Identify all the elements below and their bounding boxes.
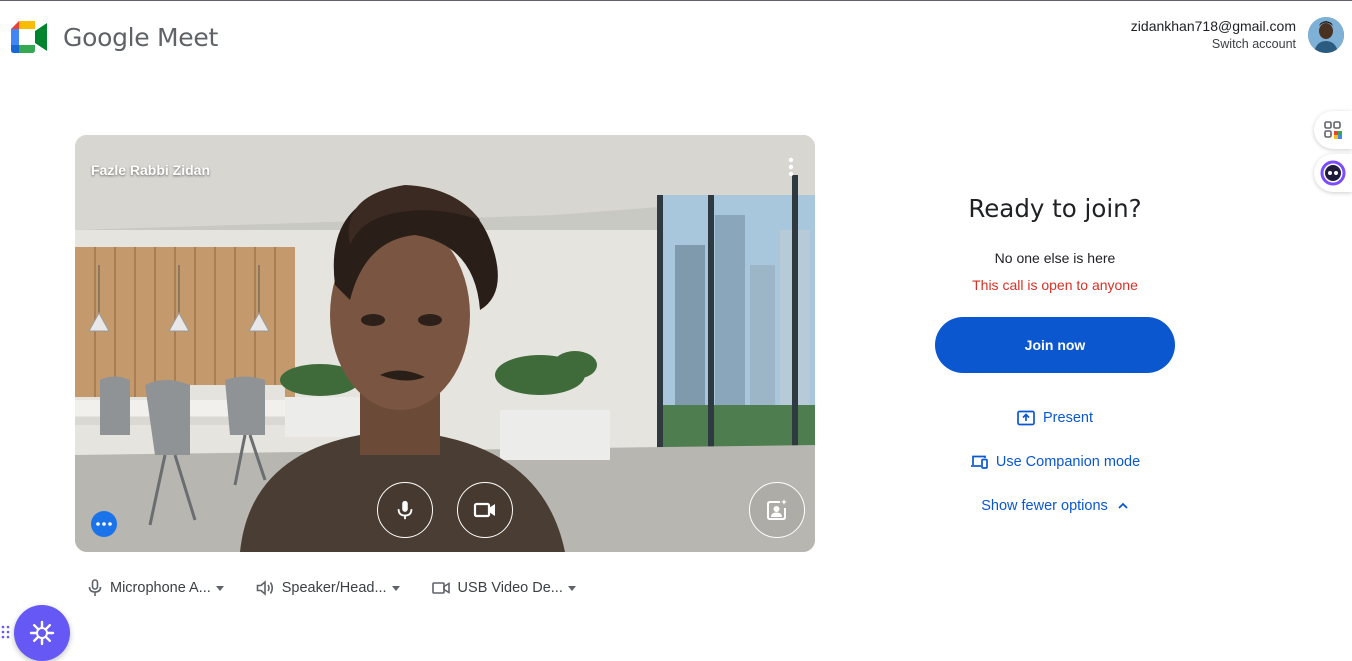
video-preview: Fazle Rabbi Zidan xyxy=(75,135,815,552)
account-email: zidankhan718@gmail.com xyxy=(1130,18,1296,34)
more-effects-icon[interactable] xyxy=(91,511,117,537)
companion-mode-icon xyxy=(970,455,988,469)
present-button[interactable]: Present xyxy=(935,410,1175,426)
switch-account-link[interactable]: Switch account xyxy=(1131,36,1296,52)
camera-select-label: USB Video De... xyxy=(457,580,563,596)
speaker-select-label: Speaker/Head... xyxy=(281,580,387,596)
microphone-select-label: Microphone A... xyxy=(110,580,211,596)
companion-mode-button[interactable]: Use Companion mode xyxy=(935,454,1175,470)
camera-select[interactable]: USB Video De... xyxy=(431,577,576,599)
google-meet-logo[interactable]: Google Meet xyxy=(11,21,218,53)
microphone-icon xyxy=(88,579,102,596)
more-options-icon[interactable] xyxy=(781,155,801,179)
companion-mode-label: Use Companion mode xyxy=(995,454,1141,470)
ready-to-join-title: Ready to join? xyxy=(968,194,1142,223)
access-warning: This call is open to anyone xyxy=(972,277,1138,293)
join-panel: Ready to join? No one else is here This … xyxy=(935,191,1175,514)
participant-name: Fazle Rabbi Zidan xyxy=(91,162,211,178)
microphone-icon xyxy=(397,500,413,520)
extension-apps-icon[interactable] xyxy=(1314,111,1352,149)
speaker-icon xyxy=(256,580,273,596)
present-label: Present xyxy=(1043,410,1093,426)
avatar[interactable] xyxy=(1308,17,1344,53)
visual-effects-icon xyxy=(767,499,787,520)
join-now-button[interactable]: Join now xyxy=(935,317,1175,373)
microphone-toggle-button[interactable] xyxy=(377,482,433,538)
chevron-up-icon xyxy=(1118,502,1128,509)
chevron-down-icon xyxy=(567,585,576,591)
camera-toggle-button[interactable] xyxy=(457,482,513,538)
show-fewer-options-button[interactable]: Show fewer options xyxy=(935,498,1175,514)
account-info: zidankhan718@gmail.com Switch account xyxy=(1131,18,1296,52)
camera-feed xyxy=(75,135,815,552)
brand-name: Google Meet xyxy=(63,22,218,52)
device-selectors: Microphone A... Speaker/Head... USB Vide… xyxy=(88,577,608,599)
microphone-select[interactable]: Microphone A... xyxy=(88,577,224,599)
camera-icon xyxy=(431,582,450,594)
assistant-fab-button[interactable] xyxy=(14,605,70,661)
speaker-select[interactable]: Speaker/Head... xyxy=(256,577,400,599)
meet-logo-icon xyxy=(11,21,47,53)
chevron-down-icon xyxy=(215,585,224,591)
show-fewer-options-label: Show fewer options xyxy=(981,498,1108,514)
participants-status: No one else is here xyxy=(994,250,1116,266)
sparkle-icon xyxy=(29,620,55,646)
visual-effects-button[interactable] xyxy=(749,482,805,538)
camera-icon xyxy=(473,502,495,518)
avatar-image xyxy=(1308,17,1344,53)
present-icon xyxy=(1017,410,1035,426)
drag-handle-icon[interactable] xyxy=(1,624,11,645)
chevron-down-icon xyxy=(391,585,400,591)
extension-assistant-icon[interactable] xyxy=(1314,154,1352,192)
